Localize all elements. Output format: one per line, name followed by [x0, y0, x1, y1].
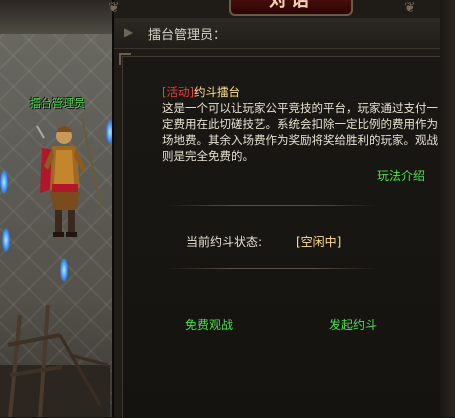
dialog-window: ❦ ❦ ▶ 擂台管理员： 对话	[108, 0, 455, 418]
dialog-header: ▶ 擂台管理员：	[114, 18, 455, 49]
dialog-right-border	[440, 0, 455, 417]
blue-flame-effect	[60, 258, 68, 282]
arena-status-label: 当前约斗状态:	[186, 235, 263, 249]
divider	[167, 268, 377, 269]
corner-ornament-icon: ❦	[404, 0, 416, 16]
rules-intro-link[interactable]: 玩法介绍	[377, 167, 425, 184]
activity-tag: [活动]	[162, 85, 194, 99]
activity-body: 这是一个可以让玩家公平竞技的平台，玩家通过支付一定费用在此切磋技艺。系统会扣除一…	[162, 101, 438, 163]
npc-name-label: 擂台管理员	[30, 97, 85, 110]
weapon-rack-prop	[0, 305, 110, 417]
blue-flame-effect	[2, 228, 10, 252]
activity-title: 约斗擂台	[193, 85, 240, 99]
blue-flame-effect	[0, 170, 8, 194]
arena-status-value: [空闲中]	[296, 235, 342, 249]
scene-shadow	[0, 0, 120, 34]
game-scene[interactable]: 擂台管理员	[0, 0, 120, 417]
window-title-plate: 对话	[229, 0, 353, 16]
window-title: 对话	[269, 0, 313, 11]
activity-description: [活动]约斗擂台 这是一个可以让玩家公平竞技的平台，玩家通过支付一定费用在此切磋…	[162, 84, 447, 164]
chevron-right-icon: ▶	[124, 25, 134, 39]
divider	[167, 205, 377, 206]
start-challenge-button[interactable]: 发起约斗	[329, 316, 377, 333]
dialog-header-title: 擂台管理员：	[148, 28, 227, 43]
watch-free-button[interactable]: 免费观战	[185, 316, 233, 333]
corner-ornament-icon: ❦	[108, 0, 120, 16]
npc-arena-manager[interactable]	[32, 118, 102, 248]
